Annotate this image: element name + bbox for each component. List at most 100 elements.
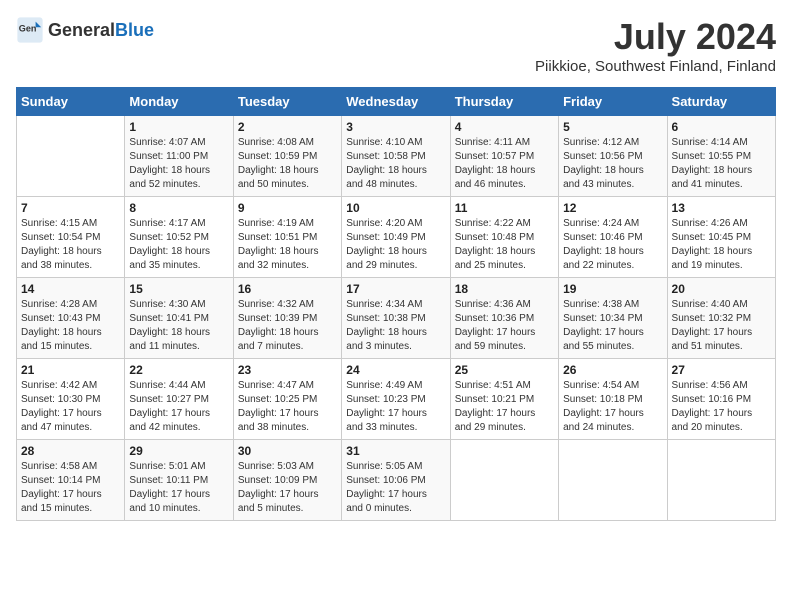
day-number: 29 [129, 444, 228, 458]
title-section: July 2024 Piikkioe, Southwest Finland, F… [535, 16, 776, 75]
week-row-1: 1Sunrise: 4:07 AMSunset: 11:00 PMDayligh… [17, 116, 776, 197]
calendar-header-row: Sunday Monday Tuesday Wednesday Thursday… [17, 88, 776, 116]
sunset-time: Sunset: 10:11 PM [129, 475, 208, 486]
day-cell: 9Sunrise: 4:19 AMSunset: 10:51 PMDayligh… [233, 197, 341, 278]
sunset-time: Sunset: 10:30 PM [21, 394, 101, 405]
day-cell: 23 Sunrise: 4:47 AM Sunset: 10:25 PM Daylig… [233, 359, 341, 440]
sunrise-time: Sunrise: 4:26 AM [672, 218, 748, 229]
sunrise-time: Sunrise: 4:12 AM [563, 137, 639, 148]
day-info: Sunrise: 4:51 AMSunset: 10:21 PMDaylight… [455, 379, 554, 435]
day-cell: 26Sunrise: 4:54 AMSunset: 10:18 PMDaylig… [559, 359, 667, 440]
day-info: Sunrise: 4:10 AMSunset: 10:58 PMDaylight… [346, 136, 445, 192]
day-cell: 18Sunrise: 4:36 AMSunset: 10:36 PMDaylig… [450, 278, 558, 359]
week-row-3: 14Sunrise: 4:28 AMSunset: 10:43 PMDaylig… [17, 278, 776, 359]
sunset-time: Sunset: 11:00 PM [129, 151, 208, 162]
sunset-time: Sunset: 10:39 PM [238, 313, 318, 324]
daylight-hours: Daylight: 17 hours and 47 minutes. [21, 408, 102, 433]
day-number: 4 [455, 120, 554, 134]
sunrise-time: Sunrise: 4:47 AM [238, 380, 314, 391]
day-cell: 24Sunrise: 4:49 AMSunset: 10:23 PMDaylig… [342, 359, 450, 440]
sunrise-time: Sunrise: 4:49 AM [346, 380, 422, 391]
day-cell: 22Sunrise: 4:44 AMSunset: 10:27 PMDaylig… [125, 359, 233, 440]
day-info: Sunrise: 4:28 AMSunset: 10:43 PMDaylight… [21, 298, 120, 354]
day-cell: 17Sunrise: 4:34 AMSunset: 10:38 PMDaylig… [342, 278, 450, 359]
day-number: 13 [672, 201, 771, 215]
sunset-time: Sunset: 10:49 PM [346, 232, 426, 243]
day-cell: 19Sunrise: 4:38 AMSunset: 10:34 PMDaylig… [559, 278, 667, 359]
sunset-time: Sunset: 10:54 PM [21, 232, 101, 243]
day-info: Sunrise: 4:42 AM Sunset: 10:30 PM Daylight… [21, 379, 120, 435]
sunrise-time: Sunrise: 4:42 AM [21, 380, 97, 391]
sunrise-time: Sunrise: 5:03 AM [238, 461, 314, 472]
sunrise-time: Sunrise: 4:17 AM [129, 218, 205, 229]
day-info: Sunrise: 4:38 AMSunset: 10:34 PMDaylight… [563, 298, 662, 354]
day-cell: 11Sunrise: 4:22 AMSunset: 10:48 PMDaylig… [450, 197, 558, 278]
daylight-hours: Daylight: 18 hours and 15 minutes. [21, 327, 102, 352]
sunrise-time: Sunrise: 4:28 AM [21, 299, 97, 310]
sunrise-time: Sunrise: 4:07 AM [129, 137, 205, 148]
sunrise-time: Sunrise: 4:22 AM [455, 218, 531, 229]
day-number: 15 [129, 282, 228, 296]
sunrise-time: Sunrise: 4:14 AM [672, 137, 748, 148]
day-number: 23 [238, 363, 337, 377]
sunset-time: Sunset: 10:55 PM [672, 151, 752, 162]
day-cell: 14Sunrise: 4:28 AMSunset: 10:43 PMDaylig… [17, 278, 125, 359]
header-tuesday: Tuesday [233, 88, 341, 116]
day-number: 20 [672, 282, 771, 296]
daylight-hours: Daylight: 17 hours and 0 minutes. [346, 489, 427, 514]
sunrise-time: Sunrise: 4:24 AM [563, 218, 639, 229]
week-row-2: 7Sunrise: 4:15 AMSunset: 10:54 PMDayligh… [17, 197, 776, 278]
day-cell: 30Sunrise: 5:03 AMSunset: 10:09 PMDaylig… [233, 440, 341, 521]
day-info: Sunrise: 4:58 AMSunset: 10:14 PMDaylight… [21, 460, 120, 516]
sunrise-time: Sunrise: 4:51 AM [455, 380, 531, 391]
day-info: Sunrise: 5:01 AMSunset: 10:11 PMDaylight… [129, 460, 228, 516]
day-info: Sunrise: 4:34 AMSunset: 10:38 PMDaylight… [346, 298, 445, 354]
sunset-time: Sunset: 10:25 PM [238, 394, 318, 405]
header-saturday: Saturday [667, 88, 775, 116]
day-cell: 31Sunrise: 5:05 AMSunset: 10:06 PMDaylig… [342, 440, 450, 521]
location-subtitle: Piikkioe, Southwest Finland, Finland [535, 58, 776, 75]
daylight-hours: Daylight: 18 hours and 11 minutes. [129, 327, 210, 352]
day-cell: 15 Sunrise: 4:30 AM Sunset: 10:41 PM Daylig… [125, 278, 233, 359]
sunset-time: Sunset: 10:41 PM [129, 313, 209, 324]
page-header: Gen GeneralBlue July 2024 Piikkioe, Sout… [16, 16, 776, 75]
logo: Gen GeneralBlue [16, 16, 154, 44]
daylight-hours: Daylight: 18 hours and 43 minutes. [563, 165, 644, 190]
sunset-time: Sunset: 10:27 PM [129, 394, 209, 405]
sunset-time: Sunset: 10:56 PM [563, 151, 643, 162]
sunrise-time: Sunrise: 4:10 AM [346, 137, 422, 148]
sunrise-time: Sunrise: 4:19 AM [238, 218, 314, 229]
sunset-time: Sunset: 10:18 PM [563, 394, 643, 405]
day-info: Sunrise: 4:19 AMSunset: 10:51 PMDaylight… [238, 217, 337, 273]
header-friday: Friday [559, 88, 667, 116]
sunset-time: Sunset: 10:32 PM [672, 313, 752, 324]
month-year-title: July 2024 [535, 16, 776, 58]
daylight-hours: Daylight: 17 hours and 38 minutes. [238, 408, 319, 433]
sunset-time: Sunset: 10:16 PM [672, 394, 752, 405]
logo-icon: Gen [16, 16, 44, 44]
daylight-hours: Daylight: 18 hours and 38 minutes. [21, 246, 102, 271]
day-info: Sunrise: 4:30 AM Sunset: 10:41 PM Daylight… [129, 298, 228, 354]
day-cell: 28Sunrise: 4:58 AMSunset: 10:14 PMDaylig… [17, 440, 125, 521]
day-info: Sunrise: 4:36 AMSunset: 10:36 PMDaylight… [455, 298, 554, 354]
day-info: Sunrise: 4:15 AMSunset: 10:54 PMDaylight… [21, 217, 120, 273]
day-info: Sunrise: 5:03 AMSunset: 10:09 PMDaylight… [238, 460, 337, 516]
daylight-hours: Daylight: 18 hours and 48 minutes. [346, 165, 427, 190]
day-number: 21 [21, 363, 120, 377]
daylight-hours: Daylight: 18 hours and 32 minutes. [238, 246, 319, 271]
sunset-time: Sunset: 10:21 PM [455, 394, 535, 405]
sunset-time: Sunset: 10:57 PM [455, 151, 535, 162]
day-info: Sunrise: 4:26 AMSunset: 10:45 PMDaylight… [672, 217, 771, 273]
day-number: 31 [346, 444, 445, 458]
day-cell: 13Sunrise: 4:26 AMSunset: 10:45 PMDaylig… [667, 197, 775, 278]
day-number: 16 [238, 282, 337, 296]
day-number: 5 [563, 120, 662, 134]
header-thursday: Thursday [450, 88, 558, 116]
day-number: 26 [563, 363, 662, 377]
sunrise-time: Sunrise: 4:30 AM [129, 299, 205, 310]
day-number: 6 [672, 120, 771, 134]
logo-text: GeneralBlue [48, 20, 154, 41]
sunset-time: Sunset: 10:45 PM [672, 232, 752, 243]
day-cell [450, 440, 558, 521]
sunset-time: Sunset: 10:48 PM [455, 232, 535, 243]
